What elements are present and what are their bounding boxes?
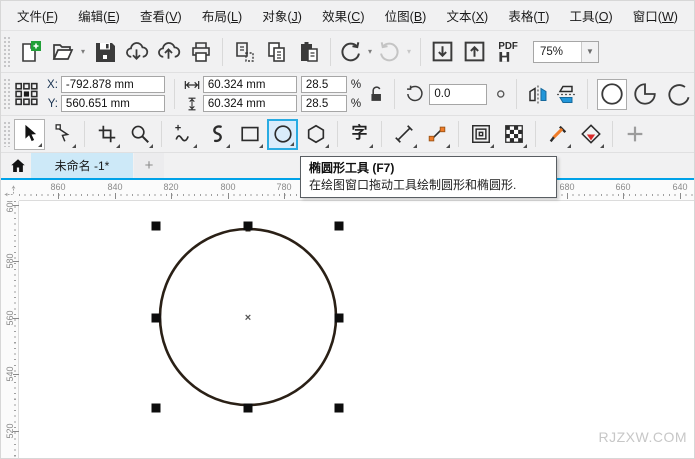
- selection-handle[interactable]: [335, 314, 344, 323]
- selection-handle[interactable]: [244, 404, 253, 413]
- selection-handle[interactable]: [244, 222, 253, 231]
- selection-handle[interactable]: [152, 222, 161, 231]
- selection-handle[interactable]: [335, 404, 344, 413]
- coreldraw-window: 文件(F)编辑(E)查看(V)布局(L)对象(J)效果(C)位图(B)文本(X)…: [0, 0, 695, 459]
- selection-handle[interactable]: [335, 222, 344, 231]
- watermark-text: RJZXW.COM: [599, 429, 688, 445]
- drawing-canvas[interactable]: ×: [1, 1, 695, 459]
- tooltip: 椭圆形工具 (F7) 在绘图窗口拖动工具绘制圆形和椭圆形.: [300, 156, 557, 198]
- object-center-mark: ×: [245, 312, 251, 324]
- tooltip-title: 椭圆形工具 (F7): [309, 159, 548, 177]
- selection-handle[interactable]: [152, 314, 161, 323]
- selection-handle[interactable]: [152, 404, 161, 413]
- tooltip-body: 在绘图窗口拖动工具绘制圆形和椭圆形.: [309, 177, 548, 193]
